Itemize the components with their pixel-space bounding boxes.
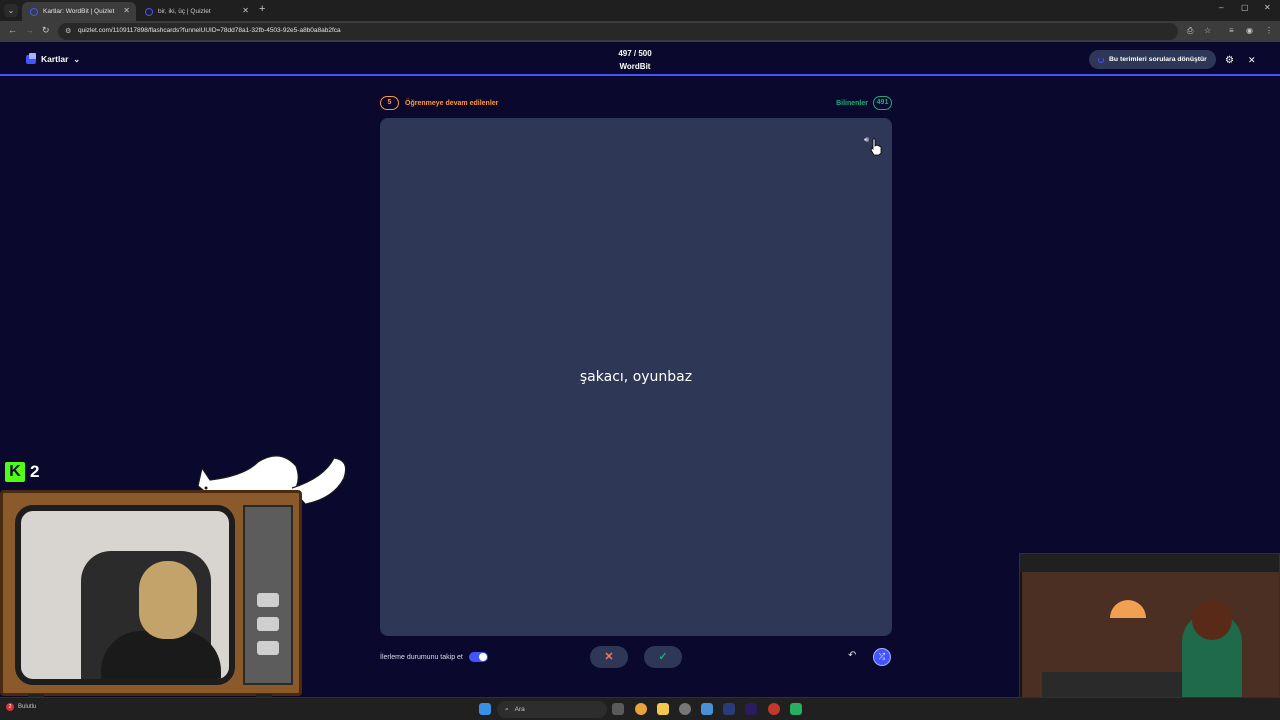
mark-still-learning-button[interactable]: ✕: [590, 646, 628, 668]
known-counter: Bilinenler 491: [836, 96, 892, 110]
tv-knob-icon: [257, 617, 279, 631]
maximize-button[interactable]: ▢: [1241, 3, 1249, 12]
tab-search-icon[interactable]: ≡: [1229, 26, 1234, 35]
hair-shape: [1192, 600, 1232, 640]
browser-toolbar: ← → ↻ ⚙ quizlet.com/1109117898/flashcard…: [0, 21, 1280, 42]
close-tab-icon[interactable]: ✕: [123, 6, 130, 15]
shuffle-icon[interactable]: ⤮: [873, 648, 891, 666]
url-text[interactable]: quizlet.com/1109117898/flashcards?funnel…: [78, 27, 341, 34]
app-red-icon[interactable]: [768, 703, 780, 715]
still-learning-counter: 5 Öğrenmeye devam edilenler: [380, 96, 498, 110]
browser-menu-icon[interactable]: ⋮: [1265, 26, 1273, 35]
youtube-pip-window[interactable]: [1019, 553, 1280, 720]
flashcard-term: şakacı, oyunbaz: [579, 369, 693, 385]
bookmark-star-icon[interactable]: ☆: [1204, 26, 1211, 35]
taskbar-search-label: Ara: [514, 706, 525, 713]
browser-tab-bir-iki-uc[interactable]: bir, iki, üç | Quizlet ✕: [137, 2, 255, 21]
tab-search-icon[interactable]: ⌄: [4, 4, 18, 17]
still-learning-count: 5: [380, 96, 399, 110]
kick-logo-icon: K: [5, 462, 25, 482]
kick-viewer-count: 2: [30, 462, 40, 481]
tab-title: Kartlar: WordBit | Quizlet: [43, 8, 115, 15]
convert-button-label: Bu terimleri sorulara dönüştür: [1109, 56, 1207, 63]
weather-widget[interactable]: 2 Bulutlu: [6, 703, 36, 711]
tv-control-panel: [243, 505, 293, 685]
quizlet-favicon-icon: [145, 7, 153, 16]
hand-cursor-icon: [870, 138, 882, 156]
streamer-body-shape: [101, 631, 221, 679]
reload-button[interactable]: ↻: [42, 25, 50, 36]
flashcards-icon: [26, 52, 36, 64]
still-learning-label: Öğrenmeye devam edilenler: [405, 99, 499, 107]
track-progress-label: İlerleme durumunu takip et: [380, 653, 463, 661]
pip-browser-bar: [1020, 554, 1279, 572]
webcam-tv-frame: [0, 490, 302, 696]
set-title: WordBit: [619, 62, 651, 71]
flashcard[interactable]: 🔊︎ şakacı, oyunbaz: [380, 118, 892, 636]
loading-spinner-icon: [1098, 56, 1104, 63]
kick-viewer-overlay: K 2: [5, 462, 39, 482]
chevron-down-icon: ⌄: [73, 54, 81, 64]
taskbar-search[interactable]: ⌕ Ara: [497, 701, 607, 718]
hockey-mask-shape: [139, 561, 197, 639]
new-tab-button[interactable]: +: [259, 3, 265, 15]
file-explorer-icon[interactable]: [657, 703, 669, 715]
app-green-icon[interactable]: [790, 703, 802, 715]
study-mode-dropdown[interactable]: Kartlar ⌄: [26, 52, 81, 64]
track-progress-toggle[interactable]: [468, 652, 488, 662]
close-icon[interactable]: ✕: [1248, 55, 1256, 66]
known-label: Bilinenler: [836, 99, 868, 107]
undo-icon[interactable]: ↶: [848, 650, 856, 661]
progress-count: 497 / 500: [618, 49, 652, 58]
tab-title: bir, iki, üç | Quizlet: [158, 8, 211, 15]
settings-gear-icon[interactable]: ⚙: [1225, 55, 1234, 66]
close-tab-icon[interactable]: ✕: [242, 6, 249, 15]
known-count: 491: [873, 96, 892, 110]
snipping-tool-icon[interactable]: [701, 703, 713, 715]
webcam-feed: [15, 505, 235, 685]
close-window-button[interactable]: ✕: [1264, 3, 1271, 12]
minimize-button[interactable]: –: [1219, 3, 1223, 12]
lofi-girl-video[interactable]: [1022, 572, 1279, 717]
obs-icon[interactable]: [679, 703, 691, 715]
track-progress-toggle-row: İlerleme durumunu takip et: [380, 652, 488, 662]
address-bar[interactable]: ⚙ quizlet.com/1109117898/flashcards?funn…: [58, 23, 1178, 40]
mark-known-button[interactable]: ✓: [644, 646, 682, 668]
study-mode-label: Kartlar: [41, 54, 69, 64]
lamp-shape: [1110, 600, 1146, 618]
photoshop-icon[interactable]: [723, 703, 735, 715]
premiere-icon[interactable]: [745, 703, 757, 715]
task-view-icon[interactable]: [612, 703, 624, 715]
quizlet-favicon-icon: [30, 7, 38, 16]
convert-to-questions-button[interactable]: Bu terimleri sorulara dönüştür: [1089, 50, 1216, 69]
browser-tab-kartlar[interactable]: Kartlar: WordBit | Quizlet ✕: [22, 2, 136, 21]
windows-taskbar: 2 Bulutlu ⌕ Ara: [0, 697, 1280, 720]
chrome-icon[interactable]: [635, 703, 647, 715]
weather-text: Bulutlu: [18, 704, 37, 710]
progress-indicator: 497 / 500 WordBit: [590, 47, 680, 73]
search-icon: ⌕: [505, 705, 509, 713]
tv-knob-icon: [257, 641, 279, 655]
windows-start-icon[interactable]: [479, 703, 491, 715]
browser-tab-strip: ⌄ Kartlar: WordBit | Quizlet ✕ bir, iki,…: [0, 0, 1280, 21]
site-info-icon[interactable]: ⚙: [65, 27, 71, 35]
forward-button[interactable]: →: [25, 25, 34, 35]
back-button[interactable]: ←: [8, 25, 17, 35]
install-app-icon[interactable]: ⎙: [1187, 26, 1193, 36]
profile-icon[interactable]: ◉: [1246, 26, 1253, 35]
quizlet-header: Kartlar ⌄ 497 / 500 WordBit Bu terimleri…: [0, 42, 1280, 76]
notification-badge: 2: [6, 703, 14, 711]
tv-knob-icon: [257, 593, 279, 607]
